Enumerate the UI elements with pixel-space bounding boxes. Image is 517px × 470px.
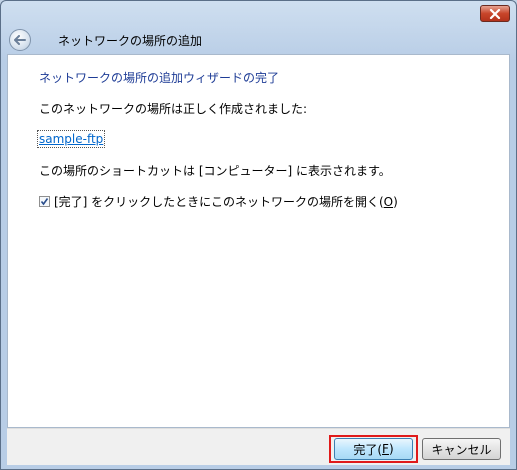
- finish-button[interactable]: 完了(F): [334, 438, 413, 460]
- open-location-checkbox[interactable]: [39, 196, 50, 207]
- window-title: ネットワークの場所の追加: [58, 33, 203, 48]
- network-location-link[interactable]: sample-ftp: [36, 130, 106, 148]
- page-heading: ネットワークの場所の追加ウィザードの完了: [39, 71, 280, 85]
- open-location-checkbox-row[interactable]: [完了] をクリックしたときにこのネットワークの場所を開く(O): [39, 193, 398, 210]
- checkmark-icon: [40, 198, 49, 206]
- wizard-header: ネットワークの場所の追加: [6, 25, 511, 55]
- success-message: このネットワークの場所は正しく作成されました:: [39, 102, 308, 116]
- back-arrow-icon: [14, 35, 26, 45]
- wizard-footer: 完了(F) キャンセル: [7, 428, 510, 465]
- wizard-window: ネットワークの場所の追加 ネットワークの場所の追加ウィザードの完了 このネットワ…: [0, 0, 517, 470]
- close-button[interactable]: [480, 5, 510, 22]
- wizard-content: ネットワークの場所の追加ウィザードの完了 このネットワークの場所は正しく作成され…: [7, 54, 510, 428]
- cancel-button[interactable]: キャンセル: [422, 438, 501, 460]
- open-location-label: [完了] をクリックしたときにこのネットワークの場所を開く(O): [54, 195, 398, 209]
- shortcut-message: この場所のショートカットは [コンピューター] に表示されます。: [39, 164, 391, 178]
- back-button[interactable]: [9, 29, 31, 51]
- close-icon: [489, 8, 501, 19]
